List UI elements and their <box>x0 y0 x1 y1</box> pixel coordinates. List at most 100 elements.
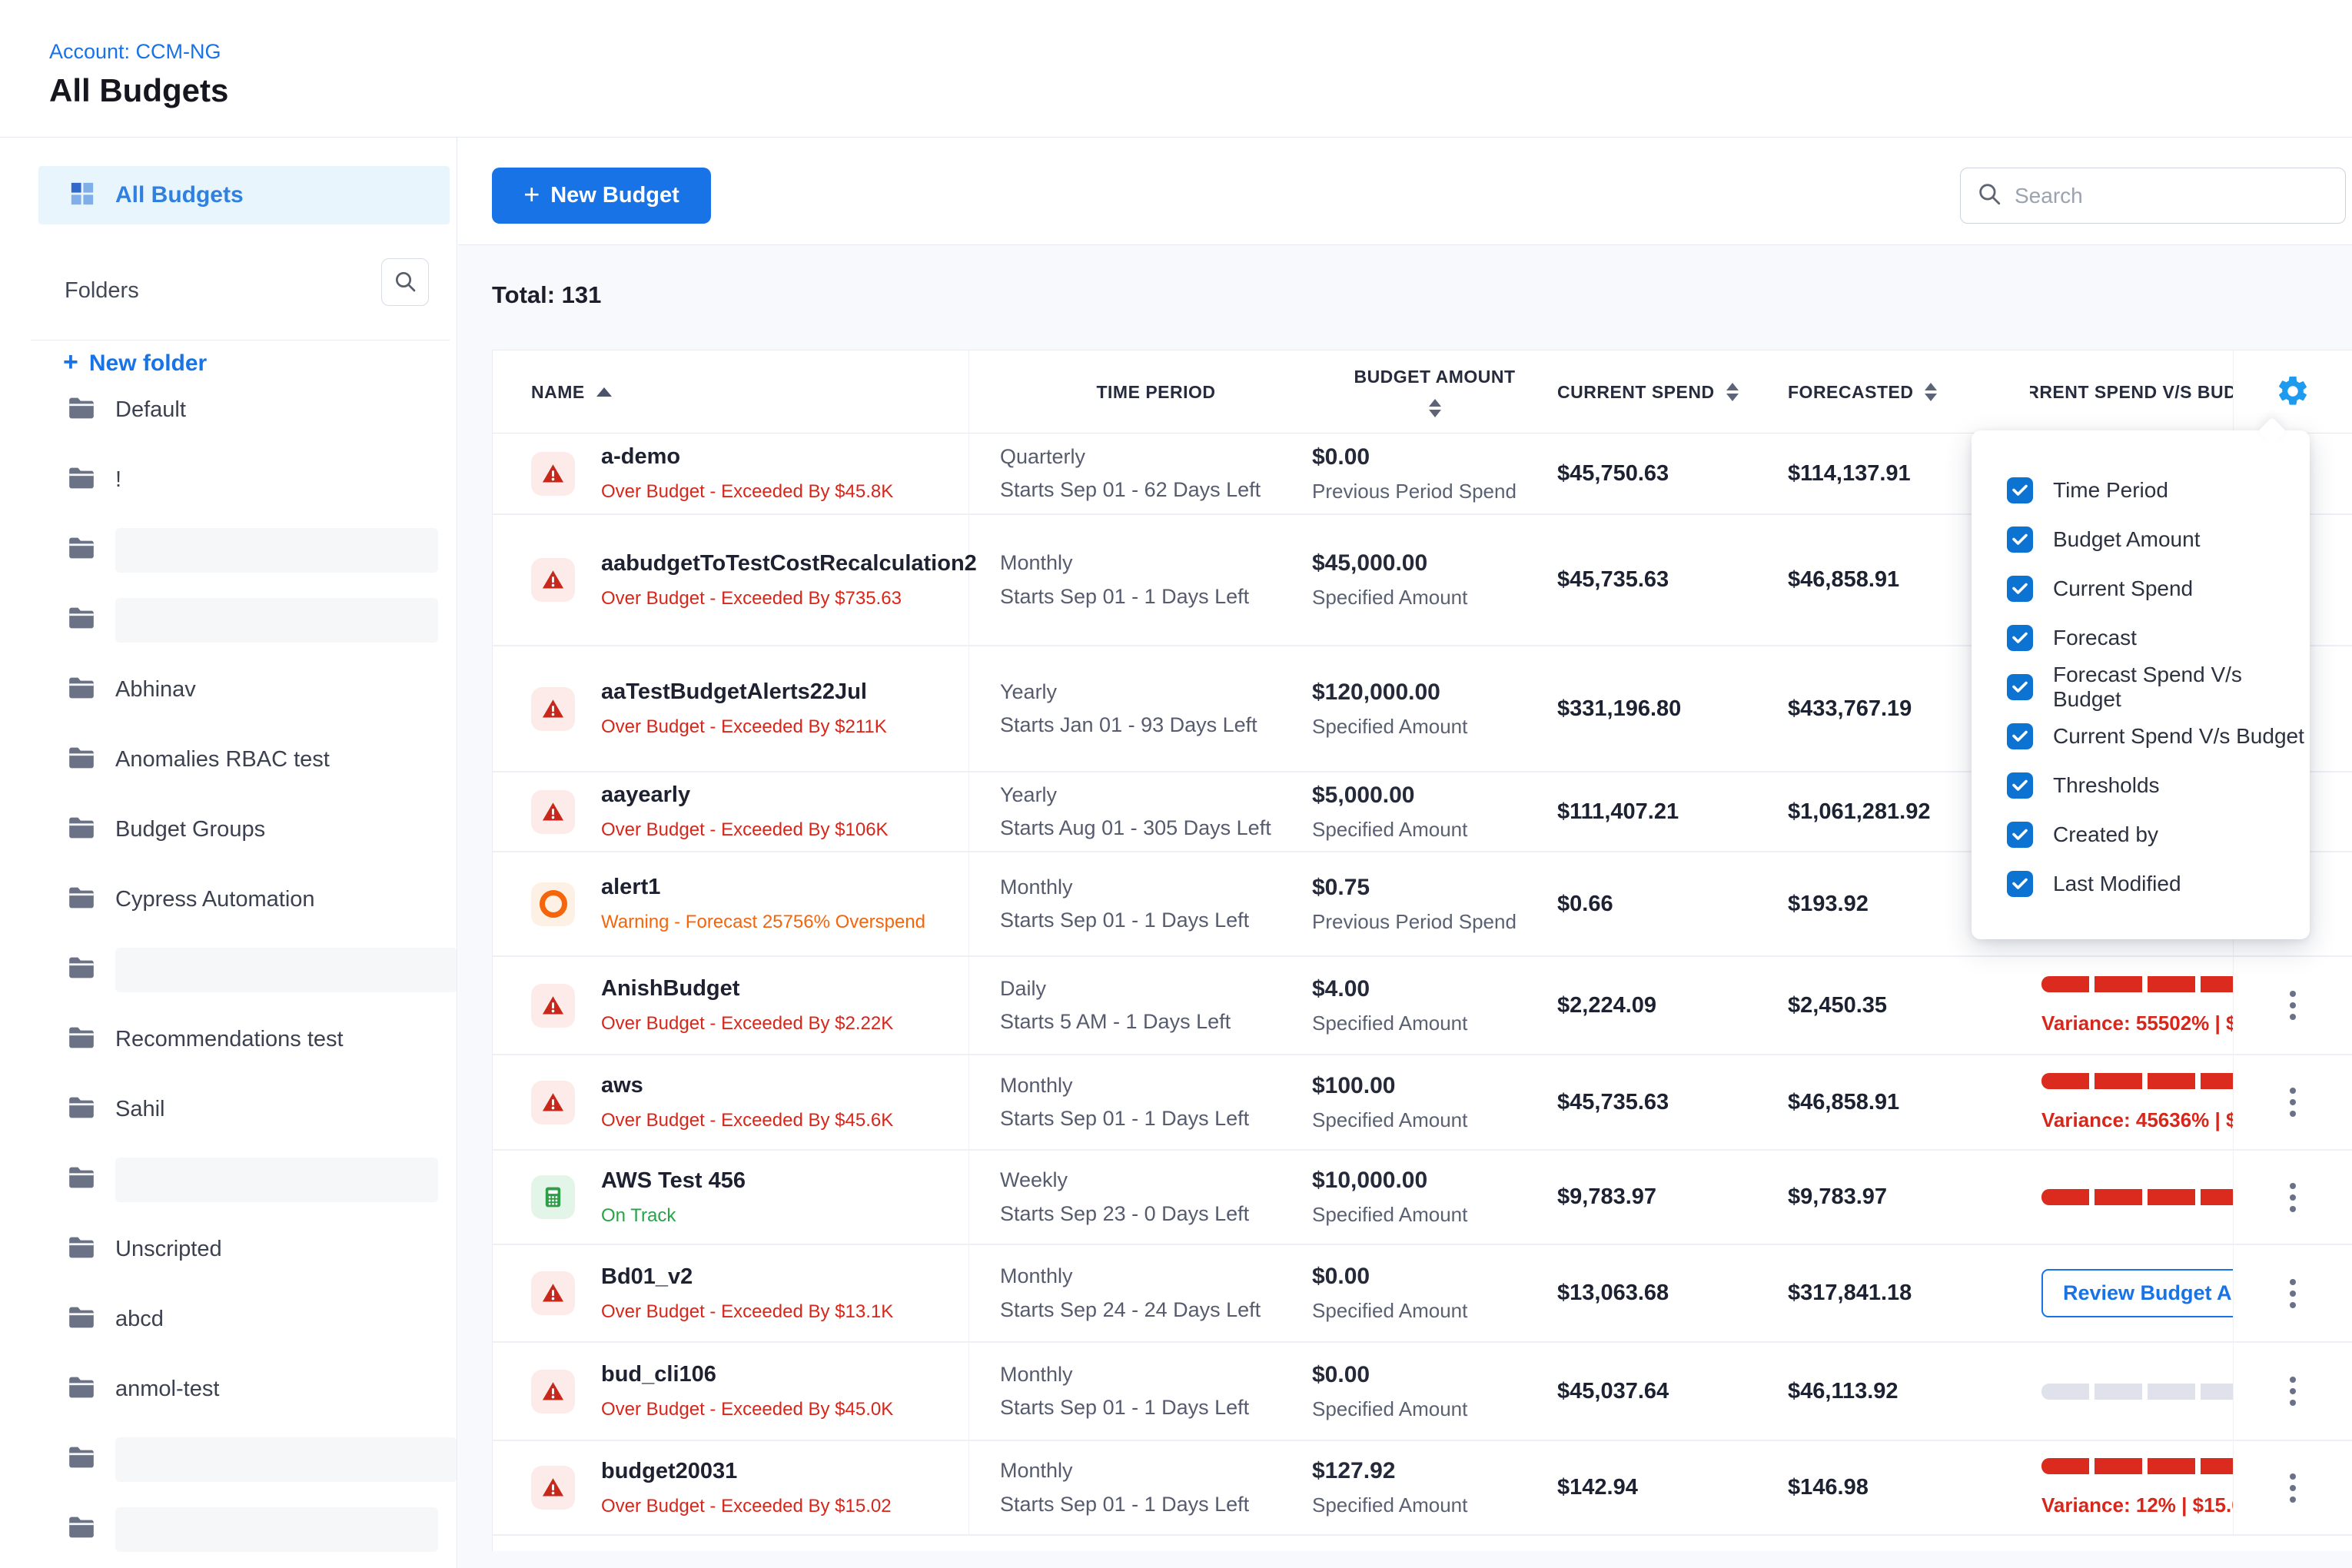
budget-amount-note: Specified Amount <box>1312 1397 1557 1421</box>
checkbox-checked-icon[interactable] <box>2007 576 2033 602</box>
column-header-current-spend[interactable]: CURRENT SPEND <box>1557 350 1788 434</box>
column-menu-item-created-by[interactable]: Created by <box>2007 810 2310 859</box>
plus-icon: + <box>63 347 78 377</box>
column-menu-label: Created by <box>2053 822 2158 847</box>
sidebar-folder-item[interactable]: anmol-test <box>0 1354 457 1424</box>
sidebar-folder-item[interactable] <box>0 585 457 655</box>
period-detail: Starts 5 AM - 1 Days Left <box>1000 1005 1312 1038</box>
column-menu-label: Current Spend V/s Budget <box>2053 724 2304 749</box>
sidebar-folder-item[interactable] <box>0 1144 457 1214</box>
checkbox-checked-icon[interactable] <box>2007 625 2033 651</box>
checkbox-checked-icon[interactable] <box>2007 822 2033 848</box>
forecasted-cell: $9,783.97 <box>1788 1151 2030 1244</box>
column-header-forecasted[interactable]: FORECASTED <box>1788 350 2030 434</box>
checkbox-checked-icon[interactable] <box>2007 674 2033 700</box>
table-row-partial <box>493 1534 2352 1551</box>
column-settings-gear-button[interactable] <box>2275 374 2310 411</box>
sidebar-folder-item[interactable] <box>0 935 457 1005</box>
budget-amount-note: Previous Period Spend <box>1312 910 1557 934</box>
sidebar-folder-item[interactable]: Sahil <box>0 1075 457 1144</box>
column-menu-label: Forecast <box>2053 626 2137 650</box>
warning-ring-icon <box>531 882 575 926</box>
budget-name: a-demo <box>601 444 893 470</box>
current-spend-cell: $2,224.09 <box>1557 957 1788 1054</box>
table-row-aws[interactable]: awsOver Budget - Exceeded By $45.6KMonth… <box>493 1054 2352 1149</box>
kebab-menu-icon[interactable] <box>2284 1081 2302 1123</box>
folder-icon <box>65 1372 98 1407</box>
forecasted-cell: $2,450.35 <box>1788 957 2030 1054</box>
sidebar-folder-item[interactable]: ! <box>0 445 457 515</box>
forecasted-value: $114,137.91 <box>1788 461 1911 487</box>
column-menu-item-current-spend[interactable]: Current Spend <box>2007 564 2310 613</box>
budget-status: Over Budget - Exceeded By $45.8K <box>601 481 893 503</box>
kebab-menu-icon[interactable] <box>2284 985 2302 1026</box>
sidebar-folder-item[interactable] <box>0 515 457 585</box>
current-spend-cell: $45,735.63 <box>1557 1055 1788 1149</box>
checkbox-checked-icon[interactable] <box>2007 723 2033 749</box>
checkbox-checked-icon[interactable] <box>2007 871 2033 897</box>
column-menu-item-forecast[interactable]: Forecast <box>2007 613 2310 663</box>
time-period-cell: YearlyStarts Aug 01 - 305 Days Left <box>969 772 1312 851</box>
folder-icon <box>65 1162 98 1197</box>
folder-search-button[interactable] <box>381 258 429 306</box>
sidebar-folder-item[interactable]: abcd <box>0 1284 457 1354</box>
folders-divider <box>31 340 450 341</box>
new-budget-button[interactable]: + New Budget <box>492 168 711 224</box>
budget-amount-note: Specified Amount <box>1312 1012 1557 1035</box>
kebab-menu-icon[interactable] <box>2284 1177 2302 1218</box>
column-header-budget-amount[interactable]: BUDGET AMOUNT <box>1312 350 1557 434</box>
breadcrumb-account-link[interactable]: Account: CCM-NG <box>49 40 221 64</box>
sidebar-folder-item[interactable]: Unscripted <box>0 1214 457 1284</box>
column-menu-item-last-modified[interactable]: Last Modified <box>2007 859 2310 909</box>
sidebar-folder-item[interactable]: Anomalies RBAC test <box>0 725 457 795</box>
column-header-name[interactable]: NAME <box>493 350 969 434</box>
table-row-bd01-v2[interactable]: Bd01_v2Over Budget - Exceeded By $13.1KM… <box>493 1244 2352 1341</box>
column-menu-item-forecast-spend-v-s-budget[interactable]: Forecast Spend V/s Budget <box>2007 663 2310 712</box>
budget-amount-cell: $10,000.00Specified Amount <box>1312 1151 1557 1244</box>
column-menu-item-thresholds[interactable]: Thresholds <box>2007 761 2310 810</box>
time-period-cell: YearlyStarts Jan 01 - 93 Days Left <box>969 646 1312 771</box>
plus-icon: + <box>523 178 540 211</box>
sidebar-folder-item[interactable]: Default <box>0 375 457 445</box>
sort-icon[interactable] <box>1429 399 1441 417</box>
table-row-anishbudget[interactable]: AnishBudgetOver Budget - Exceeded By $2.… <box>493 955 2352 1054</box>
kebab-dot <box>2290 1111 2296 1117</box>
sidebar-folder-item[interactable]: Cypress Automation <box>0 865 457 935</box>
column-header-actions[interactable] <box>2234 350 2352 434</box>
kebab-menu-icon[interactable] <box>2284 1467 2302 1509</box>
budget-amount-cell: $100.00Specified Amount <box>1312 1055 1557 1149</box>
column-menu-item-time-period[interactable]: Time Period <box>2007 466 2310 515</box>
sidebar-folder-item[interactable]: Budget Groups <box>0 795 457 865</box>
kebab-menu-icon[interactable] <box>2284 1370 2302 1412</box>
folder-name-redacted <box>115 598 438 643</box>
checkbox-checked-icon[interactable] <box>2007 477 2033 503</box>
review-budget-amount-button[interactable]: Review Budget Amount <box>2041 1269 2234 1317</box>
sort-icon[interactable] <box>1925 383 1937 401</box>
new-folder-button[interactable]: +New folder <box>63 347 207 377</box>
forecasted-value: $46,113.92 <box>1788 1379 1899 1404</box>
column-menu-item-current-spend-v-s-budget[interactable]: Current Spend V/s Budget <box>2007 712 2310 761</box>
sidebar-folder-item[interactable] <box>0 1424 457 1494</box>
table-row-aws-test-456[interactable]: AWS Test 456On TrackWeeklyStarts Sep 23 … <box>493 1149 2352 1244</box>
sidebar-item-all-budgets[interactable]: All Budgets <box>38 166 450 224</box>
current-spend-cell: $13,063.68 <box>1557 1245 1788 1341</box>
kebab-dot <box>2290 991 2296 997</box>
sidebar-folder-item[interactable]: Abhinav <box>0 655 457 725</box>
column-menu-item-budget-amount[interactable]: Budget Amount <box>2007 515 2310 564</box>
budget-name-cell: AWS Test 456On Track <box>493 1151 969 1244</box>
sort-icon[interactable] <box>1726 383 1739 401</box>
folder-label: Unscripted <box>115 1237 222 1262</box>
checkbox-checked-icon[interactable] <box>2007 527 2033 553</box>
row-actions-cell <box>2234 1055 2352 1149</box>
sidebar-folder-item[interactable]: Recommendations test <box>0 1005 457 1075</box>
table-row-bud-cli106[interactable]: bud_cli106Over Budget - Exceeded By $45.… <box>493 1341 2352 1440</box>
folder-icon <box>65 603 98 637</box>
checkbox-checked-icon[interactable] <box>2007 772 2033 799</box>
table-row-budget20031[interactable]: budget20031Over Budget - Exceeded By $15… <box>493 1440 2352 1534</box>
kebab-menu-icon[interactable] <box>2284 1273 2302 1314</box>
budget-amount-note: Previous Period Spend <box>1312 480 1557 503</box>
search-input[interactable] <box>2015 184 2330 208</box>
kebab-dot <box>2290 1194 2296 1201</box>
sidebar-folder-item[interactable] <box>0 1494 457 1564</box>
budget-amount-value: $45,000.00 <box>1312 550 1557 576</box>
